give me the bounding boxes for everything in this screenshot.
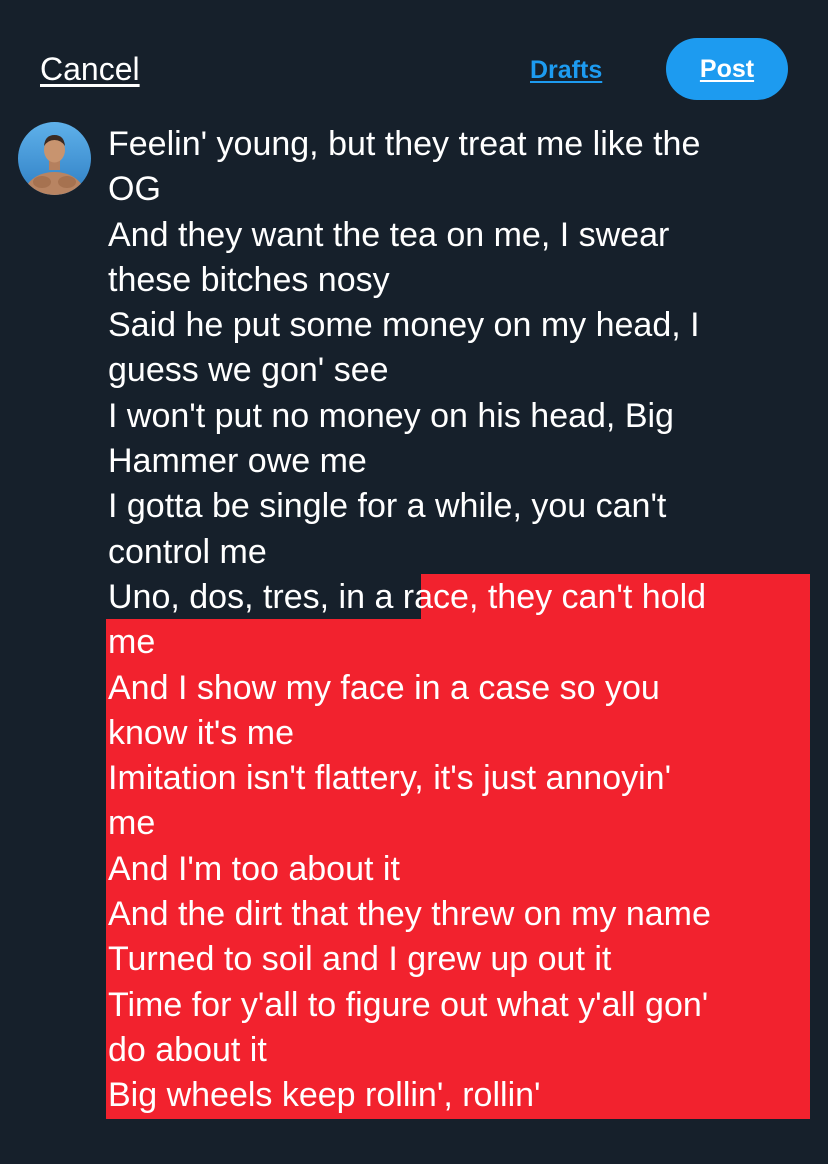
post-button[interactable]: Post [666, 38, 788, 100]
text-line: me [108, 804, 156, 843]
text-line: guess we gon' see [108, 351, 389, 390]
text-line: And I'm too about it [108, 849, 400, 888]
text-line: Uno, dos, tres, in a race, they can't ho… [108, 577, 707, 616]
tweet-text-area[interactable]: Feelin' young, but they treat me like th… [108, 122, 818, 1119]
text-line: And they want the tea on me, I swear [108, 215, 670, 254]
cancel-button[interactable]: Cancel [40, 50, 140, 88]
drafts-button[interactable]: Drafts [530, 55, 602, 85]
text-line: I gotta be single for a while, you can't [108, 487, 667, 526]
text-line: I won't put no money on his head, Big [108, 396, 674, 435]
text-line: Big wheels keep rollin', rollin' [108, 1076, 541, 1115]
text-line: Feelin' young, but they treat me like th… [108, 125, 701, 163]
text-line: And the dirt that they threw on my name [108, 895, 711, 934]
compose-header: Cancel Drafts Post [0, 0, 828, 120]
text-line: OG [108, 170, 161, 209]
text-line: Said he put some money on my head, I [108, 306, 700, 345]
text-line: And I show my face in a case so you [108, 668, 660, 707]
text-line: these bitches nosy [108, 260, 390, 299]
text-line: do about it [108, 1030, 267, 1069]
text-line: Hammer owe me [108, 442, 367, 481]
text-line: Imitation isn't flattery, it's just anno… [108, 759, 672, 798]
text-line: me [108, 623, 156, 662]
text-line: Time for y'all to figure out what y'all … [108, 985, 709, 1024]
text-line: know it's me [108, 713, 294, 752]
profile-photo-icon [18, 122, 91, 195]
text-line: control me [108, 532, 267, 571]
avatar[interactable] [18, 122, 91, 195]
post-button-label: Post [699, 54, 755, 83]
text-line: Turned to soil and I grew up out it [108, 940, 612, 979]
